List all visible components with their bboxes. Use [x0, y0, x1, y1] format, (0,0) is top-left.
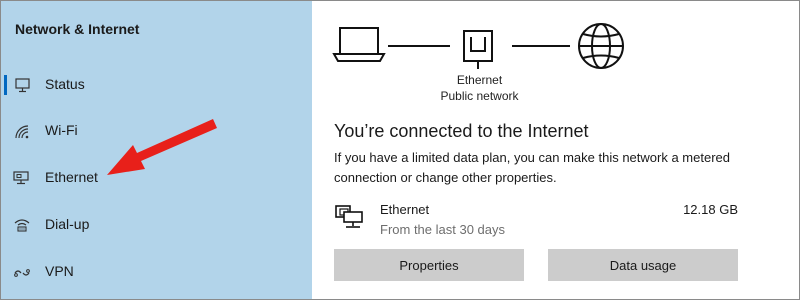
- wifi-icon: [15, 125, 29, 139]
- sidebar-item-label: Wi-Fi: [45, 122, 78, 138]
- main-panel: Ethernet Public network You’re connected…: [312, 1, 799, 299]
- laptop-icon: [332, 27, 386, 62]
- ethernet-adapter-icon: [463, 30, 493, 69]
- sidebar-item-label: Status: [45, 76, 85, 92]
- vpn-icon: [14, 269, 30, 277]
- connection-description: If you have a limited data plan, you can…: [334, 150, 730, 185]
- sidebar-item-vpn[interactable]: VPN: [1, 252, 312, 292]
- sidebar-item-label: VPN: [45, 263, 74, 279]
- sidebar-item-label: Ethernet: [45, 169, 98, 185]
- ethernet-icon: [13, 171, 29, 185]
- dialup-icon: [14, 219, 30, 232]
- data-usage-button[interactable]: Data usage: [548, 249, 738, 281]
- adapter-name: Ethernet: [456, 73, 503, 87]
- data-usage-amount: 12.18 GB: [683, 202, 738, 217]
- selected-indicator: [4, 75, 7, 95]
- properties-button[interactable]: Properties: [334, 249, 524, 281]
- ethernet-connection-icon: [335, 205, 363, 228]
- network-diagram: [332, 23, 624, 69]
- sidebar-item-dialup[interactable]: Dial-up: [1, 205, 312, 245]
- network-type: Public network: [440, 89, 519, 103]
- connection-status-heading: You’re connected to the Internet: [334, 121, 589, 141]
- globe-icon: [578, 23, 624, 69]
- sidebar-item-label: Dial-up: [45, 216, 90, 232]
- sidebar-item-status[interactable]: Status: [1, 65, 312, 105]
- sidebar-title: Network & Internet: [15, 21, 140, 37]
- connection-name: Ethernet: [380, 202, 430, 217]
- usage-period: From the last 30 days: [380, 222, 505, 237]
- status-icon: [15, 78, 30, 93]
- annotation-arrow: [107, 119, 217, 175]
